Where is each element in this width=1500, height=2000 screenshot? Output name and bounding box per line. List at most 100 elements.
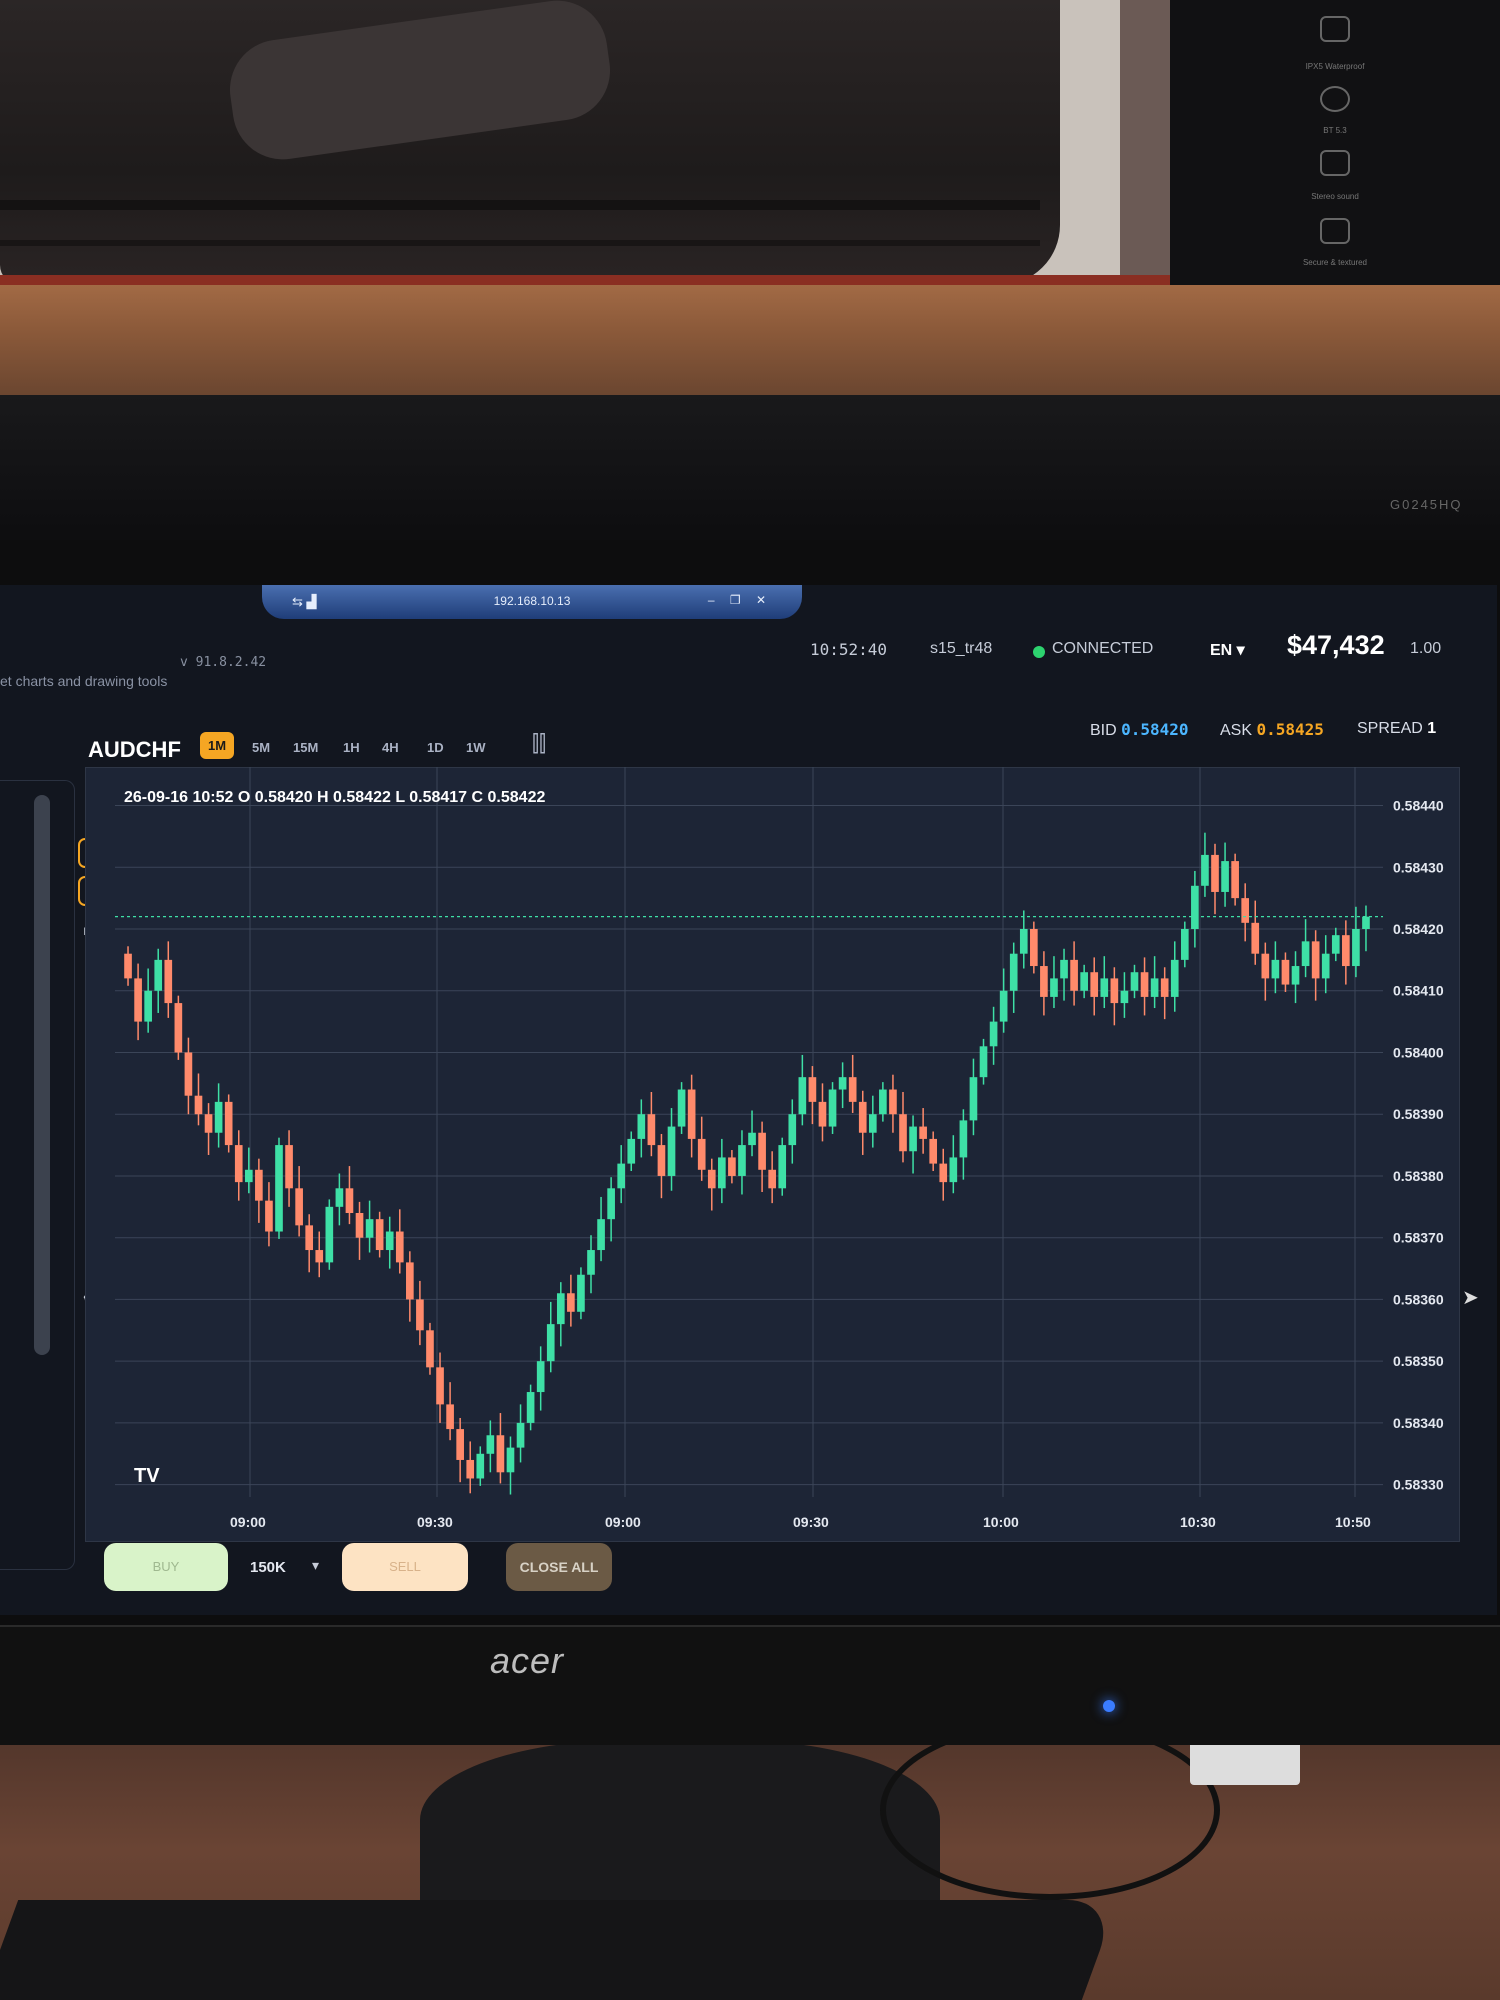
timeframe-15m[interactable]: 15M	[293, 740, 318, 755]
sidebar-scrollbar[interactable]	[34, 795, 50, 1355]
candle-body	[1019, 929, 1028, 954]
y-tick-label: 0.58440	[1393, 798, 1444, 814]
candle-body	[406, 1262, 414, 1300]
candle-body	[1050, 978, 1058, 997]
candle-body	[637, 1114, 646, 1139]
acer-logo: acer	[490, 1640, 565, 1681]
candle-body	[657, 1145, 666, 1176]
candle-body	[305, 1225, 314, 1251]
timeframe-1d[interactable]: 1D	[427, 740, 444, 755]
candle-body	[486, 1435, 495, 1454]
umbrella-icon	[1320, 16, 1350, 42]
timeframe-1h[interactable]: 1H	[343, 740, 360, 755]
window-controls[interactable]: ‒ ❐ ✕	[708, 593, 772, 607]
ask-value: 0.58425	[1256, 720, 1324, 739]
candle-body	[516, 1422, 525, 1448]
y-tick-label: 0.58410	[1393, 983, 1444, 999]
candle-body	[1362, 916, 1370, 929]
candle-body	[526, 1392, 535, 1423]
candle-body	[1251, 922, 1260, 954]
candle-body	[728, 1157, 736, 1176]
bid-quote: BID 0.58420	[1090, 720, 1189, 740]
suitcase-icon	[1320, 218, 1350, 244]
candle-body	[1070, 959, 1078, 991]
candle-body	[667, 1126, 676, 1176]
candle-body	[617, 1163, 626, 1189]
candle-body	[979, 1046, 988, 1078]
timeframe-4h[interactable]: 4H	[382, 740, 399, 755]
x-tick-label: 09:30	[793, 1514, 829, 1530]
candle-body	[174, 1003, 183, 1053]
candle-body	[265, 1200, 273, 1232]
box-label-1: IPX5 Waterproof	[1305, 62, 1365, 71]
x-tick-label: 09:30	[417, 1514, 453, 1530]
candle-body	[949, 1157, 958, 1183]
candle-body	[184, 1052, 193, 1096]
y-tick-label: 0.58380	[1393, 1168, 1444, 1184]
timeframe-1w[interactable]: 1W	[466, 740, 486, 755]
y-tick-label: 0.58350	[1393, 1353, 1444, 1369]
close-all-button[interactable]: CLOSE ALL	[506, 1543, 612, 1591]
candle-body	[758, 1132, 766, 1170]
cable	[880, 1720, 1220, 1900]
x-tick-label: 10:00	[983, 1514, 1019, 1530]
candle-body	[577, 1274, 585, 1312]
candle-body	[546, 1324, 555, 1362]
wooden-shelf	[0, 285, 1500, 395]
candle-body	[1301, 941, 1310, 967]
candle-body	[1120, 990, 1129, 1004]
candle-body	[1191, 885, 1199, 929]
candle-body	[194, 1095, 203, 1115]
x-tick-label: 09:00	[230, 1514, 266, 1530]
candle-body	[355, 1213, 364, 1238]
y-tick-label: 0.58370	[1393, 1230, 1444, 1246]
candle-body	[426, 1330, 434, 1368]
quantity-select[interactable]: 150K	[250, 1559, 286, 1576]
candle-body	[929, 1138, 938, 1164]
monitor-stand-base	[0, 1900, 1119, 2000]
power-led[interactable]	[1103, 1700, 1115, 1712]
candle-body	[506, 1447, 515, 1473]
tradingview-logo[interactable]: TV	[134, 1465, 160, 1488]
candle-body	[788, 1114, 797, 1146]
candle-body	[345, 1188, 354, 1213]
candle-body	[778, 1145, 787, 1189]
y-tick-label: 0.58330	[1393, 1477, 1444, 1493]
candle-body	[647, 1114, 656, 1146]
candle-body	[969, 1077, 978, 1121]
speaker-box: IPX5 Waterproof BT 5.3 Stereo sound Secu…	[1170, 0, 1500, 285]
bag-zipper	[0, 200, 1040, 210]
candle-body	[335, 1188, 344, 1207]
app-version: v 91.8.2.42	[180, 655, 267, 670]
candle-body	[848, 1077, 857, 1102]
remote-desktop-bar[interactable]: ⇆ ▟ 192.168.10.13 ‒ ❐ ✕	[262, 585, 802, 619]
candle-body	[164, 959, 173, 1004]
y-tick-label: 0.58360	[1393, 1291, 1444, 1307]
chevron-down-icon[interactable]: ▾	[312, 1557, 319, 1574]
price-chart[interactable]: 0.58440 0.58430 0.58420 0.58410 0.58400 0.583…	[85, 767, 1460, 1542]
candle-body	[1311, 941, 1320, 979]
symbol-title[interactable]: AUDCHF	[88, 737, 181, 763]
candle-body	[416, 1299, 424, 1331]
connection-status: CONNECTED	[1052, 640, 1154, 657]
candle-body	[1009, 953, 1018, 991]
box-label-4: Secure & textured	[1302, 258, 1368, 267]
timeframe-5m[interactable]: 5M	[252, 740, 270, 755]
candle-body	[828, 1089, 837, 1127]
candle-body	[587, 1250, 595, 1275]
candle-body	[1140, 972, 1149, 997]
candle-body	[1040, 966, 1048, 997]
language-select[interactable]: EN ▾	[1210, 640, 1245, 660]
candle-body	[838, 1077, 847, 1090]
candle-body	[556, 1293, 565, 1325]
candlestick-type-icon[interactable]: ⫿⫿	[532, 731, 546, 757]
timeframe-1m[interactable]: 1M	[200, 732, 235, 759]
box-label-2: BT 5.3	[1323, 126, 1347, 135]
candle-body	[707, 1169, 716, 1189]
buy-button[interactable]: BUY	[104, 1543, 228, 1591]
candle-body	[456, 1429, 464, 1460]
candle-body	[234, 1145, 243, 1183]
candle-body	[1100, 978, 1109, 997]
sell-button[interactable]: SELL	[342, 1543, 468, 1591]
wireless-icon	[1320, 86, 1350, 112]
